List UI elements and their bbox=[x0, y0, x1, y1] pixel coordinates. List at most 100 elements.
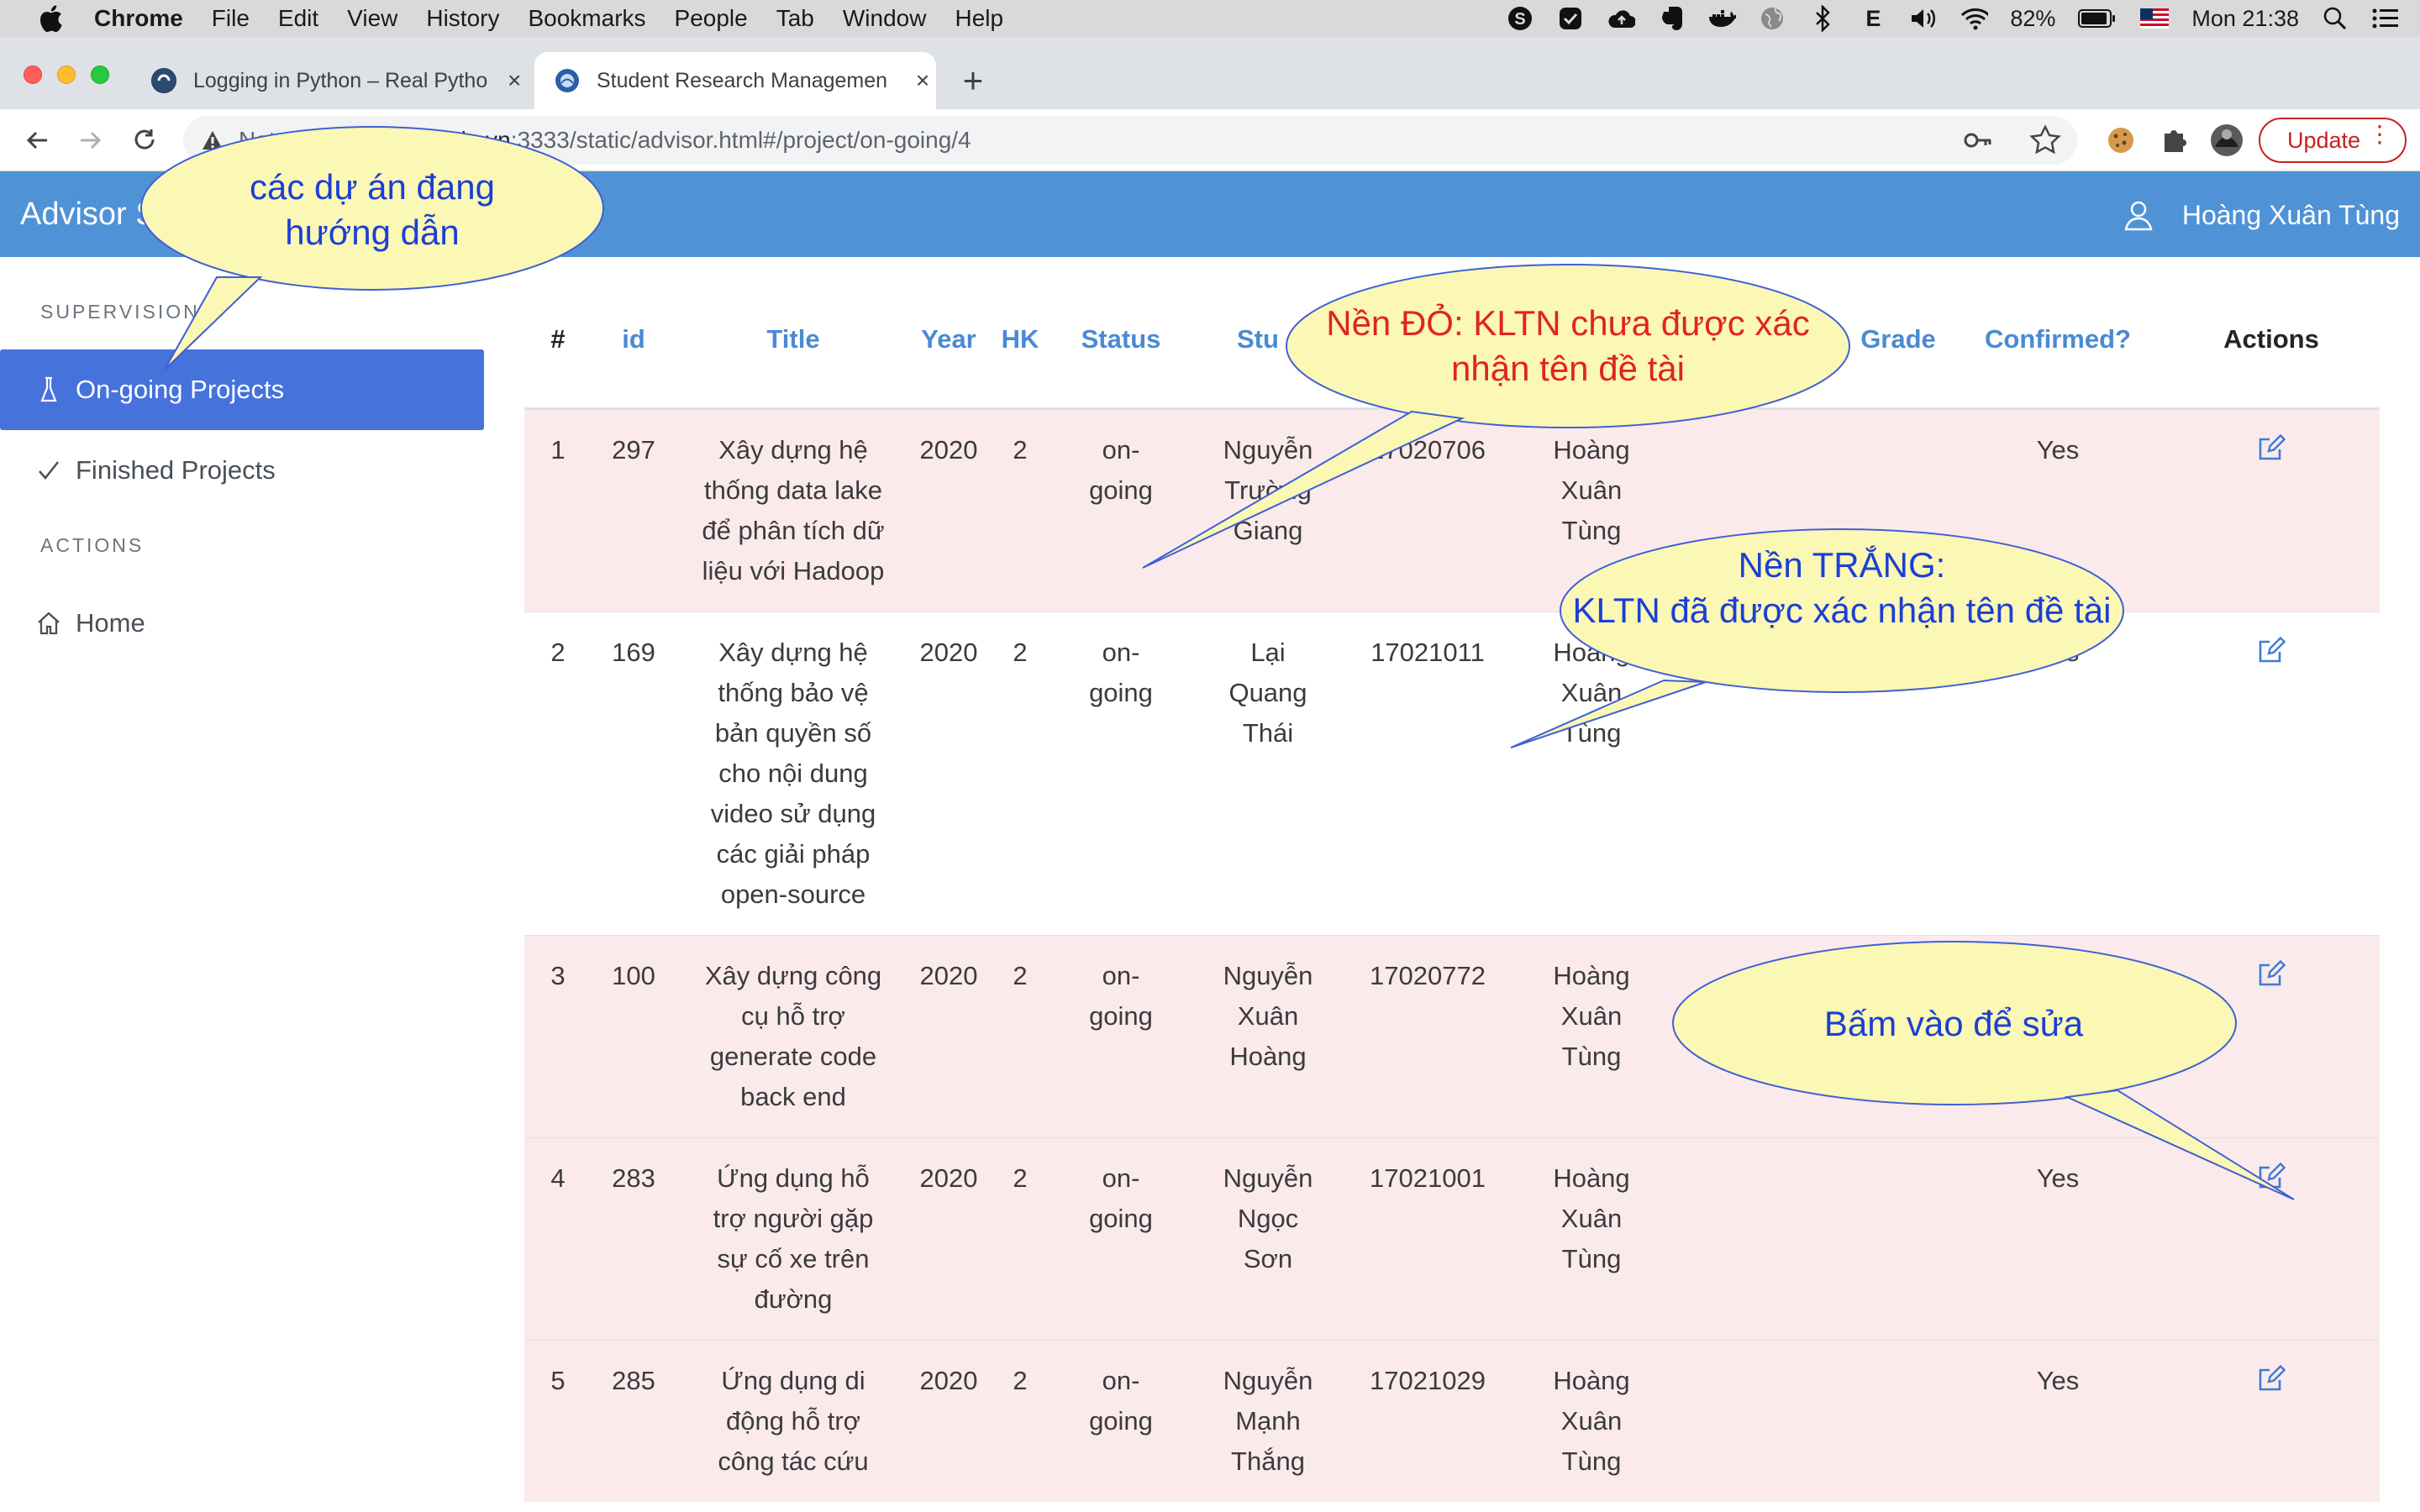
clock[interactable]: Mon 21:38 bbox=[2191, 6, 2299, 32]
col-header-title[interactable]: Title bbox=[676, 277, 911, 410]
cell-student-id: 17021001 bbox=[1348, 1137, 1507, 1340]
col-header-confirmed[interactable]: Confirmed? bbox=[1953, 277, 2163, 410]
address-bar-url[interactable]: Not S uet.vnu.edu.vn:3333/static/advisor… bbox=[239, 127, 971, 154]
cell-student-name: Nguyễn Mạnh Thắng bbox=[1188, 1339, 1348, 1502]
menu-window[interactable]: Window bbox=[843, 5, 927, 32]
saved-password-key-icon[interactable] bbox=[1961, 123, 1995, 163]
menu-view[interactable]: View bbox=[347, 5, 397, 32]
cell-title: Ứng dụng di động hỗ trợ công tác cứu bbox=[676, 1339, 911, 1502]
menu-history[interactable]: History bbox=[426, 5, 499, 32]
real-python-favicon-icon bbox=[151, 68, 176, 93]
volume-icon[interactable] bbox=[1909, 4, 1938, 33]
col-header-actions: Actions bbox=[2163, 277, 2380, 410]
col-header-year[interactable]: Year bbox=[911, 277, 986, 410]
callout-white-line1: Nền TRẮNG: bbox=[1738, 545, 1946, 585]
cell-number: 1 bbox=[524, 407, 592, 612]
more-menu-icon[interactable]: ⋮ bbox=[2368, 123, 2391, 146]
cell-student-name: Lại Quang Thái bbox=[1188, 611, 1348, 935]
cell-year: 2020 bbox=[911, 611, 986, 935]
cell-number: 2 bbox=[524, 611, 592, 935]
input-source-indicator[interactable]: E bbox=[1859, 4, 1887, 33]
cookie-extension-icon[interactable] bbox=[2102, 122, 2139, 159]
edit-icon[interactable] bbox=[2257, 959, 2286, 988]
cell-year: 2020 bbox=[911, 1339, 986, 1502]
cell-confirmed: Yes bbox=[1953, 611, 2163, 935]
not-secure-warning-icon[interactable] bbox=[200, 128, 225, 153]
cloud-upload-icon[interactable] bbox=[1607, 4, 1636, 33]
macos-menu-bar: Chrome File Edit View History Bookmarks … bbox=[0, 0, 2420, 37]
back-button[interactable] bbox=[18, 122, 55, 159]
bookmark-star-icon[interactable] bbox=[2028, 123, 2062, 163]
col-header-number: # bbox=[524, 277, 592, 410]
globe-vpn-icon[interactable] bbox=[1758, 4, 1786, 33]
cell-grade bbox=[1844, 611, 1953, 935]
cell-year: 2020 bbox=[911, 1137, 986, 1340]
spotlight-search-icon[interactable] bbox=[2321, 4, 2349, 33]
checkmark-app-icon[interactable] bbox=[1556, 4, 1585, 33]
edit-icon[interactable] bbox=[2257, 1364, 2286, 1393]
cell-hk: 2 bbox=[986, 1137, 1054, 1340]
checkmark-icon bbox=[32, 459, 66, 482]
tab-student-research-management[interactable]: Student Research Managemen × bbox=[534, 52, 936, 109]
menu-file[interactable]: File bbox=[212, 5, 250, 32]
sidebar-item-home[interactable]: Home bbox=[0, 583, 484, 664]
col-header-status[interactable]: Status bbox=[1054, 277, 1188, 410]
cell-advisor: Hoàng Xuân Tùng bbox=[1507, 1339, 1676, 1502]
home-icon bbox=[32, 611, 66, 636]
cell-confirmed: Yes bbox=[1953, 1137, 2163, 1340]
window-minimize-button[interactable] bbox=[57, 66, 76, 84]
edit-icon[interactable] bbox=[2257, 433, 2286, 462]
callout-white-line2: KLTN đã được xác nhận tên đề tài bbox=[1572, 591, 2112, 630]
chrome-update-button[interactable]: Update ⋮ bbox=[2259, 118, 2407, 163]
menu-app-name[interactable]: Chrome bbox=[94, 5, 183, 32]
cell-grade bbox=[1844, 1339, 1953, 1502]
cell-advisor: Hoàng Xuân Tùng bbox=[1507, 1137, 1676, 1340]
user-menu[interactable]: Hoàng Xuân Tùng bbox=[2122, 198, 2400, 232]
sidebar-item-label: Finished Projects bbox=[76, 455, 276, 485]
menu-help[interactable]: Help bbox=[955, 5, 1003, 32]
window-close-button[interactable] bbox=[24, 66, 42, 84]
col-header-grade[interactable]: Grade bbox=[1844, 277, 1953, 410]
reload-button[interactable] bbox=[126, 122, 163, 159]
address-bar[interactable]: Not S uet.vnu.edu.vn:3333/static/advisor… bbox=[183, 116, 2077, 165]
url-host: uet.vnu.edu.vn bbox=[356, 127, 511, 153]
cell-actions bbox=[2163, 611, 2380, 935]
forward-button[interactable] bbox=[72, 122, 109, 159]
edit-icon[interactable] bbox=[2257, 636, 2286, 664]
site-favicon-icon bbox=[555, 68, 580, 93]
menu-edit[interactable]: Edit bbox=[278, 5, 318, 32]
sidebar-item-finished-projects[interactable]: Finished Projects bbox=[0, 430, 484, 511]
cell-student-name: Nguyễn Ngọc Sơn bbox=[1188, 1137, 1348, 1340]
extensions-puzzle-icon[interactable] bbox=[2156, 122, 2193, 159]
cell-status: on-going bbox=[1054, 1137, 1188, 1340]
table-row: 4 283 Ứng dụng hỗ trợ người gặp sự cố xe t… bbox=[524, 1137, 2380, 1340]
menu-people[interactable]: People bbox=[675, 5, 748, 32]
cell-grade bbox=[1844, 1137, 1953, 1340]
apple-icon[interactable] bbox=[32, 0, 69, 37]
cell-title: Xây dựng hệ thống data lake để phân tích… bbox=[676, 407, 911, 612]
battery-icon[interactable] bbox=[2077, 4, 2118, 33]
browser-toolbar: Not S uet.vnu.edu.vn:3333/static/advisor… bbox=[0, 109, 2420, 171]
sidebar-section-actions: ACTIONS bbox=[40, 534, 145, 556]
window-zoom-button[interactable] bbox=[91, 66, 109, 84]
col-header-hk[interactable]: HK bbox=[986, 277, 1054, 410]
profile-avatar[interactable] bbox=[2208, 122, 2245, 159]
us-flag-icon[interactable] bbox=[2139, 4, 2170, 33]
bluetooth-icon[interactable] bbox=[1808, 4, 1837, 33]
notification-center-icon[interactable] bbox=[2371, 4, 2400, 33]
skype-icon[interactable]: S bbox=[1506, 4, 1534, 33]
menu-bookmarks[interactable]: Bookmarks bbox=[528, 5, 645, 32]
new-tab-button[interactable]: + bbox=[955, 60, 992, 100]
evernote-icon[interactable] bbox=[1657, 4, 1686, 33]
docker-icon[interactable] bbox=[1707, 4, 1737, 33]
menu-tab[interactable]: Tab bbox=[776, 5, 814, 32]
close-tab-icon[interactable]: × bbox=[911, 67, 934, 93]
sidebar-item-on-going-projects[interactable]: On-going Projects bbox=[0, 349, 484, 430]
col-header-id[interactable]: id bbox=[592, 277, 676, 410]
close-tab-icon[interactable]: × bbox=[502, 67, 526, 93]
battery-percent: 82% bbox=[2010, 5, 2056, 31]
app-brand[interactable]: Advisor S bbox=[20, 197, 157, 233]
tab-logging-in-python[interactable]: Logging in Python – Real Pytho × bbox=[131, 52, 526, 109]
wifi-icon[interactable] bbox=[1960, 4, 1989, 33]
edit-icon[interactable] bbox=[2257, 1162, 2286, 1190]
